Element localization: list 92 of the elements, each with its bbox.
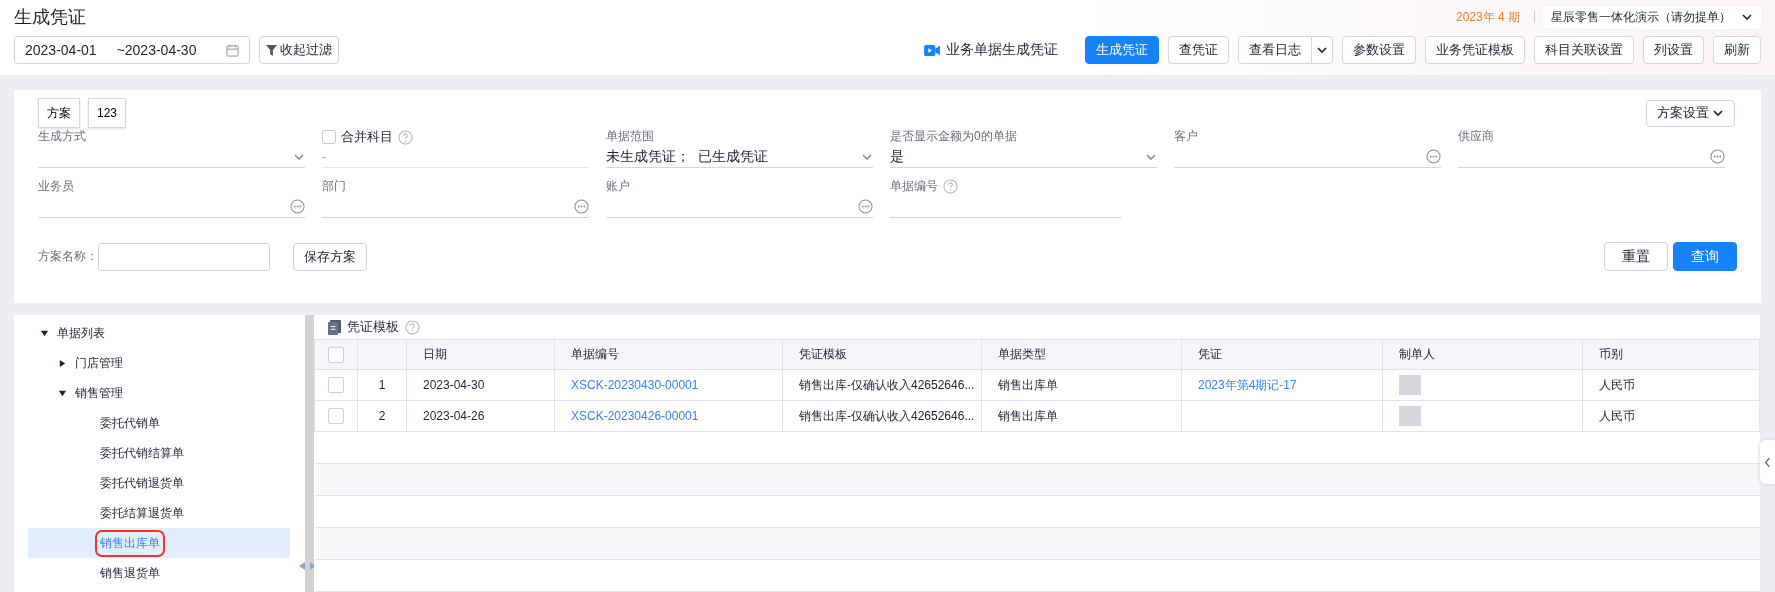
lookup-field[interactable]: [1174, 146, 1441, 168]
column-header: 日期: [406, 339, 555, 370]
save-scheme-button[interactable]: 保存方案: [293, 242, 367, 271]
lookup-field[interactable]: [322, 196, 589, 218]
toolbar-button[interactable]: 生成凭证: [1085, 36, 1159, 64]
tree-item[interactable]: 单据列表: [57, 324, 105, 342]
field-label: 是否显示金额为0的单据: [890, 128, 1017, 145]
more-icon[interactable]: [290, 199, 305, 214]
select-field[interactable]: 是: [890, 146, 1157, 168]
lookup-field[interactable]: [38, 196, 305, 218]
company-select[interactable]: 星辰零售一体化演示（请勿提单）: [1543, 5, 1761, 29]
column-header: 凭证模板: [782, 339, 982, 370]
document-icon: [328, 319, 341, 335]
more-icon[interactable]: [858, 199, 873, 214]
table-cell: 销售出库-仅确认收入42652646...: [782, 369, 982, 401]
expand-triangle-icon[interactable]: [58, 388, 67, 398]
field-label: 业务员: [38, 178, 74, 195]
field-label: 部门: [322, 178, 346, 195]
tree-item[interactable]: 销售管理: [75, 384, 123, 402]
toolbar-button[interactable]: 科目关联设置: [1534, 36, 1634, 64]
expand-triangle-icon[interactable]: [40, 328, 49, 338]
field-label: 客户: [1174, 128, 1198, 145]
field-label: 单据编号: [890, 178, 938, 195]
video-icon: [924, 43, 941, 57]
row-checkbox[interactable]: [328, 408, 344, 424]
section-title: 凭证模板: [347, 318, 399, 336]
tree-item[interactable]: 委托代销退货单: [100, 474, 184, 492]
chevron-left-icon: [1764, 456, 1771, 468]
row-number: 2: [357, 400, 407, 432]
more-icon[interactable]: [1710, 149, 1725, 164]
calendar-icon: [226, 43, 239, 57]
reset-button[interactable]: 重置: [1604, 242, 1668, 271]
tree-item[interactable]: 门店管理: [75, 354, 123, 372]
expand-triangle-icon[interactable]: [58, 358, 67, 368]
chevron-down-icon: [1712, 107, 1724, 119]
select-all-checkbox[interactable]: [328, 346, 344, 363]
column-header: 单据编号: [554, 339, 783, 370]
field-label: 方案名称：: [38, 248, 98, 265]
date-range-field[interactable]: 2023-04-01 ~2023-04-30: [14, 36, 250, 64]
toolbar-button[interactable]: 刷新: [1713, 36, 1761, 64]
tree-item[interactable]: 委托结算退货单: [100, 504, 184, 522]
toolbar-button[interactable]: 查看日志: [1238, 36, 1312, 64]
chevron-down-icon: [1741, 11, 1753, 23]
lookup-field[interactable]: [1458, 146, 1725, 168]
table-cell: 销售出库单: [981, 400, 1182, 432]
filter-icon: [266, 44, 277, 56]
column-header: 制单人: [1382, 339, 1583, 370]
scheme-settings-button[interactable]: 方案设置: [1646, 99, 1735, 127]
input-field[interactable]: [98, 242, 270, 271]
toolbar-button[interactable]: 业务凭证模板: [1425, 36, 1525, 64]
expand-right-icon[interactable]: [310, 562, 316, 570]
redacted-block: [1399, 406, 1421, 426]
field-label: 单据范围: [606, 128, 654, 145]
column-header: 单据类型: [981, 339, 1182, 370]
table-cell: 销售出库单: [981, 369, 1182, 401]
tree-item[interactable]: 委托代销单: [100, 414, 160, 432]
table-cell: 销售出库-仅确认收入42652646...: [782, 400, 982, 432]
field-label: 生成方式: [38, 128, 86, 145]
period-label: 2023年 4 期: [1455, 8, 1520, 26]
redacted-block: [1399, 375, 1421, 395]
help-icon[interactable]: [943, 179, 958, 194]
scheme-tab[interactable]: 方案: [38, 98, 80, 128]
field-label: 供应商: [1458, 128, 1494, 145]
query-button[interactable]: 查询: [1673, 242, 1737, 271]
dropdown-button[interactable]: [1312, 36, 1333, 64]
toolbar-button[interactable]: 查凭证: [1168, 36, 1229, 64]
field-label: 账户: [606, 178, 630, 195]
collapse-filter-button[interactable]: 收起过滤: [259, 36, 339, 64]
column-header: 凭证: [1181, 339, 1383, 370]
checkbox[interactable]: [322, 130, 336, 144]
scheme-tab[interactable]: 123: [88, 98, 127, 128]
row-checkbox[interactable]: [328, 377, 344, 393]
table-cell: 2023-04-30: [406, 369, 555, 401]
table-cell: 人民币: [1582, 400, 1760, 432]
row-number: 1: [357, 369, 407, 401]
toolbar-button[interactable]: 列设置: [1643, 36, 1704, 64]
tree-item[interactable]: 委托代销结算单: [100, 444, 184, 462]
more-icon[interactable]: [574, 199, 589, 214]
page-title: 生成凭证: [14, 6, 86, 29]
toolbar-button[interactable]: 参数设置: [1342, 36, 1416, 64]
field-label: 合并科目: [341, 128, 393, 146]
help-icon[interactable]: [398, 129, 413, 145]
select-field[interactable]: 未生成凭证； 已生成凭证: [606, 146, 873, 168]
table-cell: 人民币: [1582, 369, 1760, 401]
chevron-down-icon: [1316, 44, 1328, 56]
side-collapse-tab[interactable]: [1760, 440, 1775, 484]
column-header: 币别: [1582, 339, 1760, 370]
lookup-field[interactable]: [606, 196, 873, 218]
more-icon[interactable]: [1426, 149, 1441, 164]
table-cell: 2023-04-26: [406, 400, 555, 432]
help-icon[interactable]: [405, 319, 420, 335]
tree-item[interactable]: 销售退货单: [100, 564, 160, 582]
